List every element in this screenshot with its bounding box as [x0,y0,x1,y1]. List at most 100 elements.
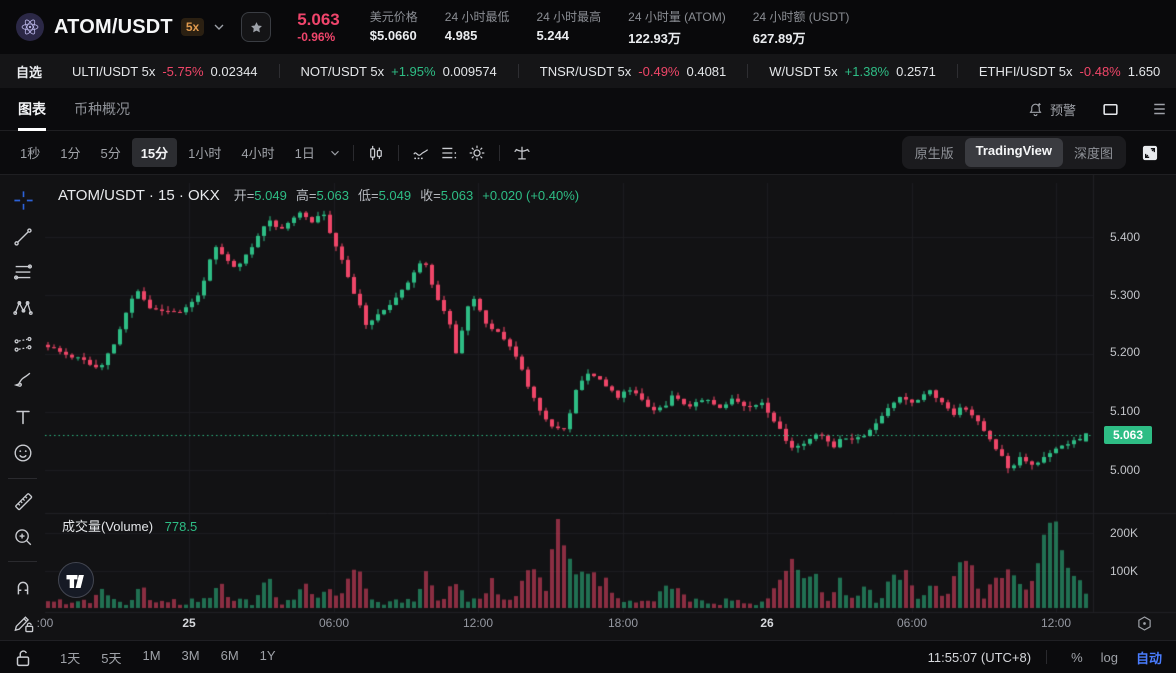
high-label: 高= [296,185,317,204]
watchlist-item[interactable]: W/USDT 5x+1.38%0.2571 [769,64,936,79]
divider [518,64,519,78]
stat-label: 24 小时量 (ATOM) [628,8,726,25]
stat-value: $5.0660 [370,28,418,43]
market-stat: 24 小时最低4.985 [445,8,510,47]
compare-icon[interactable] [508,139,536,167]
time-tick: 26 [760,616,773,630]
watchlist-price: 1.650 [1128,64,1161,79]
range-1M[interactable]: 1M [142,648,160,667]
time-tick: 18:00 [608,616,638,630]
watchlist-item[interactable]: ULTI/USDT 5x-5.75%0.02344 [72,64,258,79]
stat-value: 627.89万 [753,28,850,47]
stat-label: 24 小时最低 [445,8,510,25]
trading-app: ATOM/USDT 5x 5.063 -0.96% 美元价格$5.0660 24 … [0,0,1176,673]
lock-all-tool[interactable] [11,646,35,670]
timeframe-1日[interactable]: 1日 [286,138,324,167]
emoji-tool[interactable] [11,441,35,465]
timeframe-dropdown-icon[interactable] [325,139,345,167]
timeframe-5分[interactable]: 5分 [91,138,129,167]
templates-icon[interactable] [435,139,463,167]
tab-chart[interactable]: 图表 [18,88,46,131]
crosshair-tool[interactable] [11,188,35,212]
auto-scale-button[interactable]: 自动 [1136,648,1162,667]
settings-gear-icon[interactable] [463,139,491,167]
range-3M[interactable]: 3M [182,648,200,667]
leverage-badge: 5x [181,18,204,36]
candle-style-icon[interactable] [362,139,390,167]
divider [747,64,748,78]
zoom-in-tool[interactable] [11,525,35,549]
timeframe-1秒[interactable]: 1秒 [11,138,49,167]
range-5天[interactable]: 5天 [101,648,121,667]
watchlist-item[interactable]: NOT/USDT 5x+1.95%0.009574 [301,64,497,79]
close-value: 5.063 [441,188,474,203]
log-scale-button[interactable]: log [1101,650,1118,665]
forecast-tool[interactable] [11,333,35,357]
tradingview-logo[interactable] [57,561,95,599]
view-tabs: 图表 币种概况 预警 [0,88,1176,131]
star-icon [249,20,264,35]
timeframe-15分[interactable]: 15分 [132,138,177,167]
volume-label: 成交量(Volume) [62,519,153,534]
chart-area[interactable]: ATOM/USDT · 15 · OKX 开= 5.049 高= 5.063 低… [0,175,1176,640]
time-axis-settings-icon[interactable] [1135,614,1154,633]
tab-coin-overview[interactable]: 币种概况 [74,88,130,131]
chevron-down-icon[interactable] [211,19,227,35]
market-stat: 美元价格$5.0660 [370,8,418,47]
chart-footer: 1天 5天 1M 3M 6M 1Y 11:55:07 (UTC+8) % log 自动 [0,640,1176,673]
watchlist-label[interactable]: 自选 [16,62,42,81]
view-mode-0[interactable]: 原生版 [904,138,965,167]
watchlist-item[interactable]: ETHFI/USDT 5x-0.48%1.650 [979,64,1160,79]
watchlist-item[interactable]: TNSR/USDT 5x-0.49%0.4081 [540,64,726,79]
market-stats: 美元价格$5.0660 24 小时最低4.985 24 小时最高5.244 24 小时… [370,8,850,47]
time-tick: 06:00 [319,616,349,630]
favorite-button[interactable] [241,12,271,42]
magnet-tool[interactable] [11,575,35,599]
market-stat: 24 小时额 (USDT) 627.89万 [753,8,850,47]
clock[interactable]: 11:55:07 (UTC+8) [928,650,1031,665]
percent-scale-button[interactable]: % [1071,650,1083,665]
alert-button[interactable]: 预警 [1027,100,1076,119]
price-tick: 5.400 [1110,230,1140,244]
header-price-change: -0.96% [297,30,340,44]
high-value: 5.063 [316,188,349,203]
timeframe-group: 1秒1分5分15分1小时4小时1日 [10,138,325,167]
stat-label: 24 小时额 (USDT) [753,8,850,25]
range-1天[interactable]: 1天 [60,648,80,667]
watchlist-pair: ULTI/USDT 5x [72,64,155,79]
market-stat: 24 小时最高5.244 [536,8,601,47]
timeframe-4小时[interactable]: 4小时 [232,138,283,167]
more-menu-icon[interactable] [1144,95,1172,123]
watchlist-pair: ETHFI/USDT 5x [979,64,1073,79]
chart-mode-switch: 原生版TradingView深度图 [902,136,1126,169]
alert-label: 预警 [1050,100,1076,119]
timeframe-1分[interactable]: 1分 [51,138,89,167]
drawing-lock-tool[interactable] [11,610,35,634]
candlestick-canvas[interactable] [0,175,1176,640]
price-tick: 5.300 [1110,288,1140,302]
watchlist-pair: TNSR/USDT 5x [540,64,632,79]
time-tick: 12:00 [463,616,493,630]
time-tick: 06:00 [897,616,927,630]
layout-panel-icon[interactable] [1096,95,1124,123]
fullscreen-icon[interactable] [1140,143,1160,163]
watchlist-price: 0.02344 [211,64,258,79]
symbol-name[interactable]: ATOM/USDT [54,16,173,39]
view-mode-1[interactable]: TradingView [965,138,1063,167]
measure-ruler-tool[interactable] [11,489,35,513]
legend-change: +0.020 (+0.40%) [482,188,579,203]
brush-tool[interactable] [11,368,35,392]
watchlist-price: 0.2571 [896,64,936,79]
price-tick: 5.200 [1110,345,1140,359]
range-1Y[interactable]: 1Y [260,648,276,667]
fib-retracement-tool[interactable] [11,260,35,284]
price-tick: 5.100 [1110,404,1140,418]
timeframe-1小时[interactable]: 1小时 [179,138,230,167]
trendline-tool[interactable] [11,225,35,249]
divider [957,64,958,78]
text-tool[interactable] [11,405,35,429]
indicators-icon[interactable] [407,139,435,167]
view-mode-2[interactable]: 深度图 [1063,138,1124,167]
range-6M[interactable]: 6M [221,648,239,667]
xabcd-pattern-tool[interactable] [11,296,35,320]
